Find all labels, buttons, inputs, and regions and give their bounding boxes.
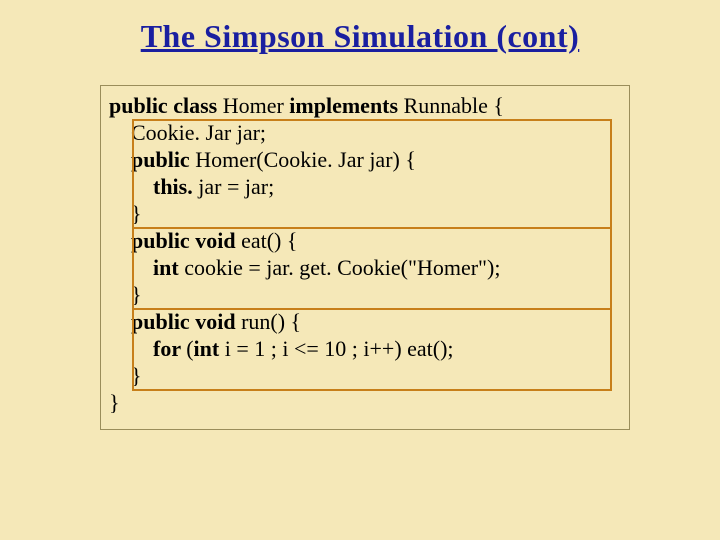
code-line: public void run() {: [109, 308, 621, 335]
code-line: }: [109, 281, 621, 308]
keyword: int: [194, 336, 225, 361]
keyword: void: [195, 228, 241, 253]
code-line: }: [109, 362, 621, 389]
code-text: }: [109, 282, 142, 307]
code-line: public class Homer implements Runnable {: [109, 92, 621, 119]
code-text: run() {: [241, 309, 301, 334]
code-text: (: [186, 336, 193, 361]
code-text: Homer: [223, 93, 290, 118]
slide: The Simpson Simulation (cont) public cla…: [0, 0, 720, 540]
code-line: public Homer(Cookie. Jar jar) {: [109, 146, 621, 173]
keyword: public: [109, 228, 195, 253]
code-text: Cookie. Jar jar;: [109, 120, 266, 145]
code-text: cookie = jar. get. Cookie("Homer");: [184, 255, 500, 280]
code-line: int cookie = jar. get. Cookie("Homer");: [109, 254, 621, 281]
code-line: public void eat() {: [109, 227, 621, 254]
code-text: Homer(Cookie. Jar jar) {: [195, 147, 416, 172]
slide-title: The Simpson Simulation (cont): [0, 0, 720, 65]
code-line: Cookie. Jar jar;: [109, 119, 621, 146]
keyword: public: [109, 309, 195, 334]
code-line: }: [109, 389, 621, 416]
code-text: i = 1 ; i <= 10 ; i++) eat();: [225, 336, 454, 361]
code-line: this. jar = jar;: [109, 173, 621, 200]
keyword: for: [109, 336, 186, 361]
code-line: }: [109, 200, 621, 227]
keyword: public: [109, 147, 195, 172]
code-text: jar = jar;: [198, 174, 274, 199]
code-text: }: [109, 201, 142, 226]
keyword: int: [109, 255, 184, 280]
code-block: public class Homer implements Runnable {…: [100, 85, 630, 430]
keyword: public class: [109, 93, 223, 118]
code-text: }: [109, 363, 142, 388]
keyword: this.: [109, 174, 198, 199]
code-text: }: [109, 390, 120, 415]
code-line: for (int i = 1 ; i <= 10 ; i++) eat();: [109, 335, 621, 362]
code-text: Runnable {: [404, 93, 504, 118]
keyword: implements: [289, 93, 403, 118]
keyword: void: [195, 309, 241, 334]
code-text: eat() {: [241, 228, 297, 253]
